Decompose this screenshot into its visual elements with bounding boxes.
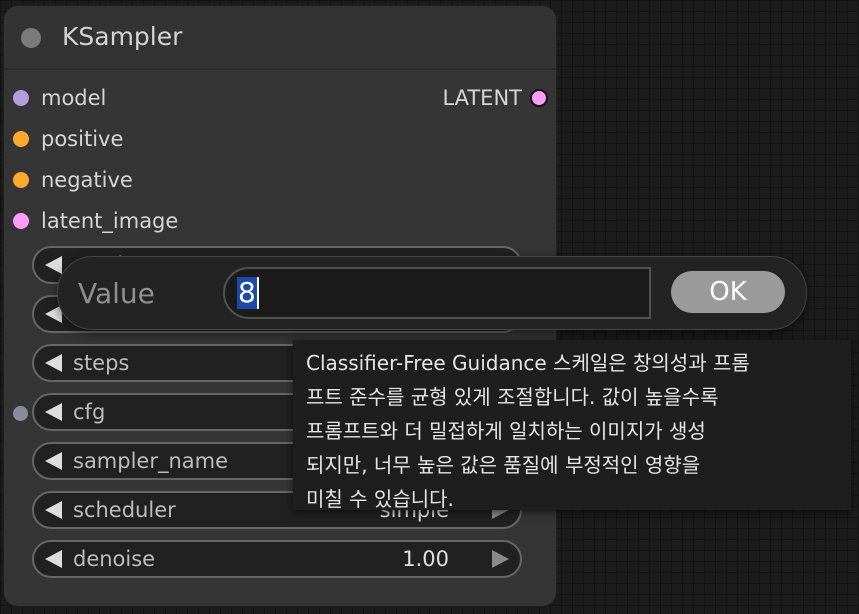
value-prompt-dialog: Value 8 OK [57, 256, 807, 330]
slot-dot-icon[interactable] [13, 131, 29, 147]
widget-value: 1.00 [402, 547, 449, 571]
slot-label: latent_image [41, 209, 179, 233]
decrement-arrow-icon[interactable] [45, 452, 62, 470]
input-selected-text[interactable]: 8 [237, 277, 257, 309]
input-slot-negative[interactable]: negative [13, 165, 133, 195]
widget-label: denoise [73, 547, 156, 571]
slot-label: positive [41, 127, 124, 151]
decrement-arrow-icon[interactable] [45, 501, 62, 519]
decrement-arrow-icon[interactable] [45, 550, 62, 568]
slot-dot-icon[interactable] [13, 213, 29, 229]
cfg-tooltip: Classifier-Free Guidance 스케일은 창의성과 프롬 프트… [293, 340, 851, 511]
node-header[interactable]: KSampler [4, 6, 556, 70]
slot-dot-icon[interactable] [13, 172, 29, 188]
decrement-arrow-icon[interactable] [45, 354, 62, 372]
widget-input-dot-icon[interactable] [13, 406, 28, 421]
node-title: KSampler [62, 22, 183, 51]
increment-arrow-icon[interactable] [492, 550, 509, 568]
input-slot-latent-image[interactable]: latent_image [13, 206, 178, 236]
value-input[interactable]: 8 [223, 267, 651, 319]
input-slot-positive[interactable]: positive [13, 124, 123, 154]
slot-label: model [41, 86, 107, 110]
widget-label: cfg [73, 400, 106, 424]
prompt-label: Value [78, 277, 155, 310]
widget-label: steps [73, 351, 130, 375]
slot-dot-icon[interactable] [13, 90, 29, 106]
text-caret [256, 277, 259, 309]
ok-button[interactable]: OK [671, 271, 785, 313]
output-slot-latent[interactable]: LATENT [442, 83, 548, 113]
collapse-toggle[interactable] [21, 28, 41, 48]
input-slot-model[interactable]: model [13, 83, 106, 113]
slot-label: LATENT [442, 86, 522, 110]
slot-dot-icon[interactable] [530, 89, 548, 107]
widget-denoise[interactable]: denoise 1.00 [32, 540, 522, 578]
decrement-arrow-icon[interactable] [45, 403, 62, 421]
widget-label: scheduler [73, 498, 176, 522]
decrement-arrow-icon[interactable] [45, 256, 62, 274]
widget-label: sampler_name [73, 449, 229, 473]
slot-label: negative [41, 168, 133, 192]
